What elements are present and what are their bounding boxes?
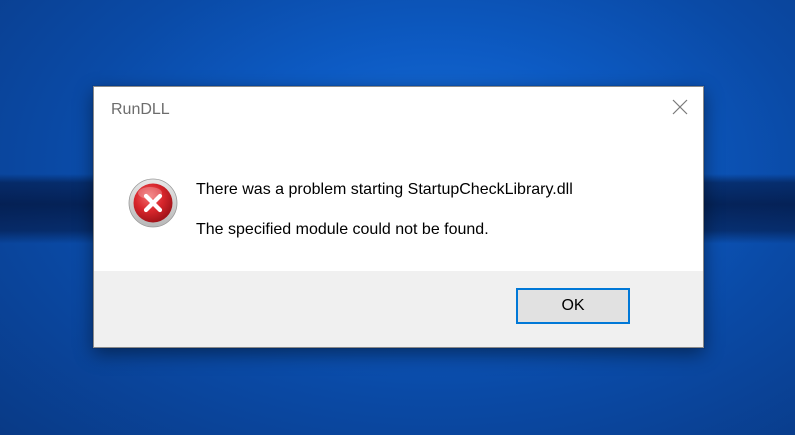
ok-button-label: OK	[561, 297, 585, 314]
ok-button[interactable]: OK	[516, 288, 630, 324]
error-message-primary: There was a problem starting StartupChec…	[196, 181, 573, 198]
error-icon	[128, 178, 178, 228]
error-message-secondary: The specified module could not be found.	[196, 221, 489, 238]
rundll-error-dialog: RunDLL There was a problem starting Star…	[93, 86, 704, 348]
close-icon	[672, 99, 688, 115]
dialog-titlebar[interactable]: RunDLL	[94, 87, 703, 133]
dialog-content: There was a problem starting StartupChec…	[94, 133, 703, 273]
close-button[interactable]	[657, 87, 703, 127]
dialog-title: RunDLL	[111, 101, 170, 118]
dialog-footer: OK	[94, 271, 703, 347]
